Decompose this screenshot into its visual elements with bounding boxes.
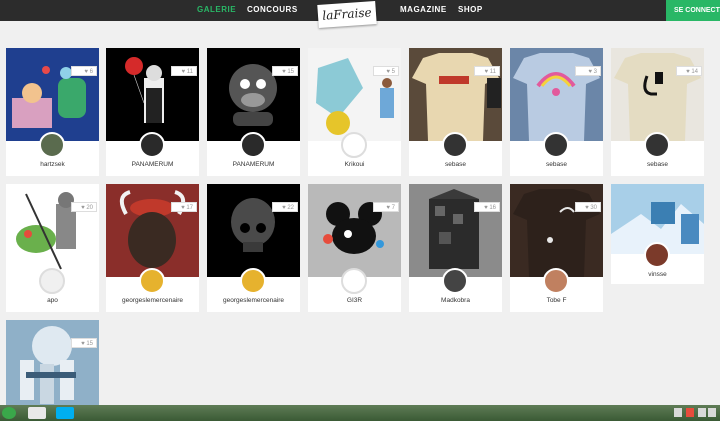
likes-count[interactable]: ♥ 11 (171, 66, 197, 76)
tray-icon[interactable] (686, 408, 694, 417)
tray-icon[interactable] (674, 408, 682, 417)
avatar[interactable] (39, 268, 65, 294)
logo-text: laFraise (321, 5, 373, 23)
design-card[interactable]: ♥ 11 PANAMERUM (106, 48, 199, 176)
author-name[interactable]: vinsse (611, 271, 704, 278)
design-artwork[interactable] (207, 184, 300, 277)
design-artwork[interactable] (308, 48, 401, 141)
design-artwork[interactable] (207, 48, 300, 141)
nav-galerie[interactable]: GALERIE (197, 5, 236, 14)
author-name[interactable]: georgeslemercenaire (207, 297, 300, 304)
author-name[interactable]: hartzsek (6, 161, 99, 168)
design-card[interactable]: vinsse (611, 184, 704, 284)
author-name[interactable]: sebase (611, 161, 704, 168)
likes-count[interactable]: ♥ 11 (474, 66, 500, 76)
likes-count[interactable]: ♥ 22 (272, 202, 298, 212)
skype-icon[interactable] (56, 407, 74, 419)
design-artwork[interactable] (611, 48, 704, 141)
likes-count[interactable]: ♥ 17 (171, 202, 197, 212)
design-card[interactable]: ♥ 17 georgeslemercenaire (106, 184, 199, 312)
login-button[interactable]: SE CONNECT (666, 0, 720, 21)
avatar[interactable] (139, 132, 165, 158)
author-name[interactable]: PANAMERUM (207, 161, 300, 168)
design-card[interactable]: ♥ 14 sebase (611, 48, 704, 176)
likes-count[interactable]: ♥ 16 (474, 202, 500, 212)
author-name[interactable]: GI3R (308, 297, 401, 304)
nav-concours[interactable]: CONCOURS (247, 5, 298, 14)
design-artwork[interactable] (409, 48, 502, 141)
design-artwork[interactable] (6, 320, 99, 413)
likes-count[interactable]: ♥ 6 (71, 66, 97, 76)
nav-shop[interactable]: SHOP (458, 5, 483, 14)
design-card[interactable]: ♥ 22 georgeslemercenaire (207, 184, 300, 312)
author-name[interactable]: Krikoui (308, 161, 401, 168)
start-button[interactable] (2, 407, 16, 419)
nav-magazine[interactable]: MAGAZINE (400, 5, 447, 14)
avatar[interactable] (139, 268, 165, 294)
chrome-icon[interactable] (28, 407, 46, 419)
design-artwork[interactable] (6, 184, 99, 277)
design-card[interactable]: ♥ 6 hartzsek (6, 48, 99, 176)
design-artwork[interactable] (308, 184, 401, 277)
likes-count[interactable]: ♥ 14 (676, 66, 702, 76)
design-artwork[interactable] (510, 48, 603, 141)
avatar[interactable] (442, 268, 468, 294)
avatar[interactable] (644, 132, 670, 158)
design-card[interactable]: ♥ 16 Madkobra (409, 184, 502, 312)
design-artwork[interactable] (106, 184, 199, 277)
design-card[interactable]: ♥ 15 (6, 320, 99, 413)
avatar[interactable] (341, 132, 367, 158)
author-name[interactable]: apo (6, 297, 99, 304)
avatar[interactable] (39, 132, 65, 158)
avatar[interactable] (240, 132, 266, 158)
design-artwork[interactable] (106, 48, 199, 141)
author-name[interactable]: sebase (409, 161, 502, 168)
author-name[interactable]: Madkobra (409, 297, 502, 304)
avatar[interactable] (543, 132, 569, 158)
avatar[interactable] (341, 268, 367, 294)
likes-count[interactable]: ♥ 7 (373, 202, 399, 212)
author-name[interactable]: sebase (510, 161, 603, 168)
likes-count[interactable]: ♥ 20 (71, 202, 97, 212)
avatar[interactable] (240, 268, 266, 294)
design-artwork[interactable] (510, 184, 603, 277)
design-card[interactable]: ♥ 11 sebase (409, 48, 502, 176)
likes-count[interactable]: ♥ 15 (71, 338, 97, 348)
design-artwork[interactable] (6, 48, 99, 141)
design-card[interactable]: ♥ 15 PANAMERUM (207, 48, 300, 176)
windows-taskbar (0, 405, 720, 421)
likes-count[interactable]: ♥ 5 (373, 66, 399, 76)
design-card[interactable]: ♥ 7 GI3R (308, 184, 401, 312)
design-card[interactable]: ♥ 30 Tobe F (510, 184, 603, 312)
author-name[interactable]: Tobe F (510, 297, 603, 304)
likes-count[interactable]: ♥ 15 (272, 66, 298, 76)
volume-icon[interactable] (698, 408, 706, 417)
design-card[interactable]: ♥ 3 sebase (510, 48, 603, 176)
author-name[interactable]: PANAMERUM (106, 161, 199, 168)
network-icon[interactable] (708, 408, 716, 417)
lafraise-logo[interactable]: laFraise (317, 1, 377, 28)
avatar[interactable] (644, 242, 670, 268)
likes-count[interactable]: ♥ 30 (575, 202, 601, 212)
avatar[interactable] (543, 268, 569, 294)
design-artwork[interactable] (409, 184, 502, 277)
likes-count[interactable]: ♥ 3 (575, 66, 601, 76)
author-name[interactable]: georgeslemercenaire (106, 297, 199, 304)
design-card[interactable]: ♥ 5 Krikoui (308, 48, 401, 176)
design-card[interactable]: ♥ 20 apo (6, 184, 99, 312)
avatar[interactable] (442, 132, 468, 158)
